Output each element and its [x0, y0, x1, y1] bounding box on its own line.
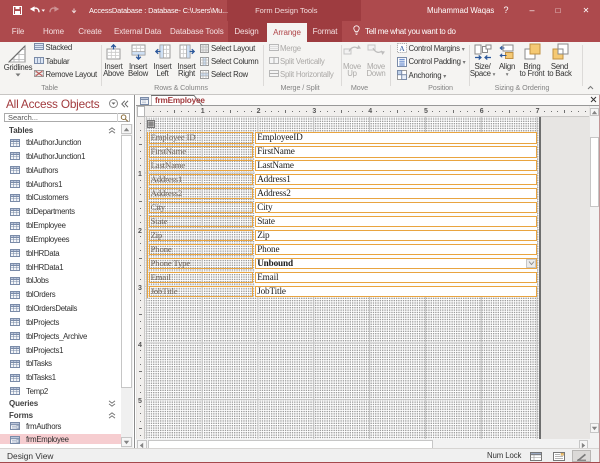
- svg-text:A: A: [399, 44, 405, 53]
